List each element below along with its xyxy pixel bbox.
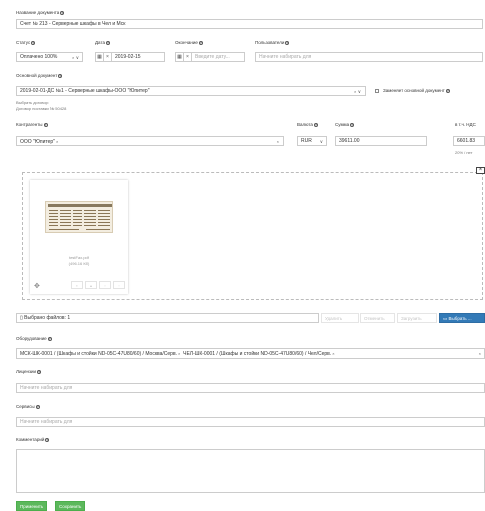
times-icon[interactable]: ×: [178, 351, 180, 356]
vat-label: в т.ч. НДС: [455, 122, 476, 127]
files-selected-input: ▯ Выбрано файлов: 1: [16, 313, 319, 323]
services-label: Сервисы?: [16, 404, 40, 409]
file-name: testFax.pdf: [69, 255, 89, 260]
help-icon: ?: [35, 404, 40, 409]
counterparties-select[interactable]: ООО "Юпитер"× ×: [16, 136, 284, 146]
chevron-down-icon: ∨: [319, 139, 323, 144]
date-label: Дата?: [95, 40, 110, 45]
times-icon[interactable]: ×: [104, 53, 112, 61]
end-date-input[interactable]: ▦ × Введите дату...: [175, 52, 245, 62]
delete-files-button[interactable]: Удалить: [321, 313, 359, 323]
help-icon: ?: [31, 40, 36, 45]
help-icon: ?: [47, 336, 52, 341]
chevron-down-icon: ∨: [357, 89, 361, 94]
help-icon: ?: [58, 73, 63, 78]
upload-button[interactable]: Загрузить: [397, 313, 437, 323]
cancel-upload-button[interactable]: Отменить: [360, 313, 395, 323]
calendar-icon[interactable]: ▦: [176, 53, 184, 61]
licenses-label: Лицензии?: [16, 369, 42, 374]
licenses-input[interactable]: Начните набирать для: [16, 383, 485, 393]
counterparty-tag: ООО "Юпитер"×: [20, 139, 59, 145]
times-icon[interactable]: ×: [354, 89, 356, 94]
delete-file-icon[interactable]: ▪: [71, 281, 83, 289]
currency-select[interactable]: RUR ∨: [297, 136, 327, 146]
upload-file-icon[interactable]: ▴: [85, 281, 97, 289]
amount-label: Сумма?: [335, 122, 355, 127]
file-preview-card: testFax.pdf (496.16 Кб) ✥ ▪ ▴ ▫ ◦: [30, 180, 128, 294]
help-icon: ?: [60, 10, 65, 15]
apply-button[interactable]: Применить: [16, 501, 48, 511]
help-icon: ?: [37, 369, 42, 374]
help-icon: ?: [350, 122, 355, 127]
file-icon: ▯: [20, 315, 23, 321]
equipment-tag: ЧЕЛ-ШК-0001 / (Шкафы и стойки ND-05C-47U…: [183, 351, 335, 357]
help-icon: ?: [285, 40, 290, 45]
contract-link[interactable]: Договор поставки № 50428: [16, 106, 66, 111]
move-icon[interactable]: ✥: [34, 283, 40, 290]
times-icon[interactable]: ×: [277, 137, 279, 145]
date-input[interactable]: ▦ × 2019-02-15: [95, 52, 165, 62]
equipment-select[interactable]: МСК-ШК-0001 / (Шкафы и стойки ND-05C-47U…: [16, 348, 485, 359]
zoom-file-icon[interactable]: ◦: [113, 281, 125, 289]
save-button[interactable]: Сохранить: [55, 501, 86, 511]
users-input[interactable]: Начните набирать для: [255, 52, 483, 62]
folder-open-icon: ▭: [443, 316, 448, 321]
help-icon: ?: [45, 437, 50, 442]
times-icon[interactable]: ×: [72, 55, 74, 60]
help-icon: ?: [198, 40, 203, 45]
help-icon: ?: [445, 88, 450, 93]
replace-label: Заменяет основной документ?: [383, 88, 450, 93]
help-icon: ?: [43, 122, 48, 127]
base-doc-select[interactable]: 2019-02-01-ДС №1 - Серверные шкафы-ООО "…: [16, 86, 366, 96]
amount-input[interactable]: 39611.00: [335, 136, 427, 146]
equipment-tag: МСК-ШК-0001 / (Шкафы и стойки ND-05C-47U…: [20, 351, 181, 357]
browse-files-button[interactable]: ▭ Выбрать ...: [439, 313, 485, 323]
base-doc-label: Основной документ?: [16, 73, 63, 78]
chevron-down-icon: ∨: [75, 55, 79, 60]
services-input[interactable]: Начните набирать для: [16, 417, 485, 427]
users-label: Пользователи?: [255, 40, 290, 45]
currency-label: Валюта?: [297, 122, 318, 127]
doc-name-label: Название документа?: [16, 10, 65, 15]
end-date-label: Окончание?: [175, 40, 203, 45]
file-thumbnail: [45, 201, 113, 233]
remove-file-icon[interactable]: ▫: [99, 281, 111, 289]
calendar-icon[interactable]: ▦: [96, 53, 104, 61]
file-size: (496.16 Кб): [68, 261, 90, 266]
vat-rate: 20% / нет: [455, 150, 473, 155]
document-scan-image: [48, 204, 112, 230]
equipment-label: Оборудование?: [16, 336, 52, 341]
counterparties-label: Контрагенты?: [16, 122, 48, 127]
choose-contract-hint: Выбрать договор:: [16, 100, 50, 105]
vat-input[interactable]: 6601.83: [453, 136, 485, 146]
times-icon[interactable]: ×: [479, 349, 481, 358]
times-icon[interactable]: ×: [56, 139, 58, 144]
times-icon[interactable]: ×: [332, 351, 334, 356]
help-icon: ?: [313, 122, 318, 127]
close-icon[interactable]: ×: [476, 167, 485, 174]
comment-textarea[interactable]: [16, 449, 485, 493]
times-icon[interactable]: ×: [184, 53, 192, 61]
replace-checkbox[interactable]: [375, 89, 379, 93]
doc-name-input[interactable]: Счет № 213 - Серверные шкафы в Чел и Мск: [16, 19, 483, 29]
status-label: Статус?: [16, 40, 36, 45]
help-icon: ?: [105, 40, 110, 45]
comment-label: Комментарий?: [16, 437, 50, 442]
status-select[interactable]: Оплачено 100% × ∨: [16, 52, 83, 62]
